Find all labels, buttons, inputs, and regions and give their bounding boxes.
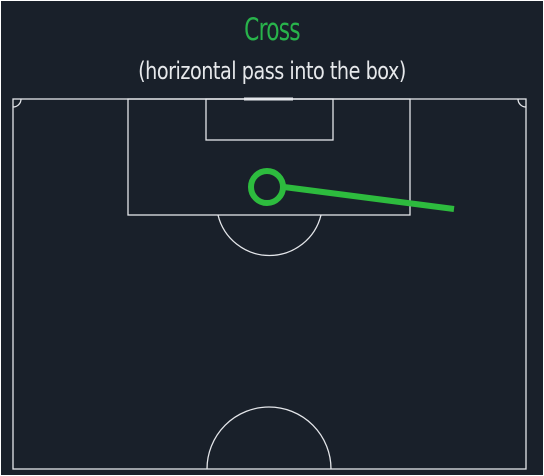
- six-yard-box: [205, 98, 334, 141]
- cross-pass-line: [283, 184, 455, 212]
- pitch-diagram: [12, 97, 527, 470]
- corner-arc-left: [12, 98, 22, 108]
- diagram-panel: Cross (horizontal pass into the box): [1, 1, 543, 475]
- centre-circle-arc: [206, 406, 332, 470]
- corner-arc-right: [517, 98, 527, 108]
- pitch-boundary: [12, 98, 527, 470]
- penalty-arc: [217, 214, 322, 257]
- pass-origin-ring: [248, 168, 286, 206]
